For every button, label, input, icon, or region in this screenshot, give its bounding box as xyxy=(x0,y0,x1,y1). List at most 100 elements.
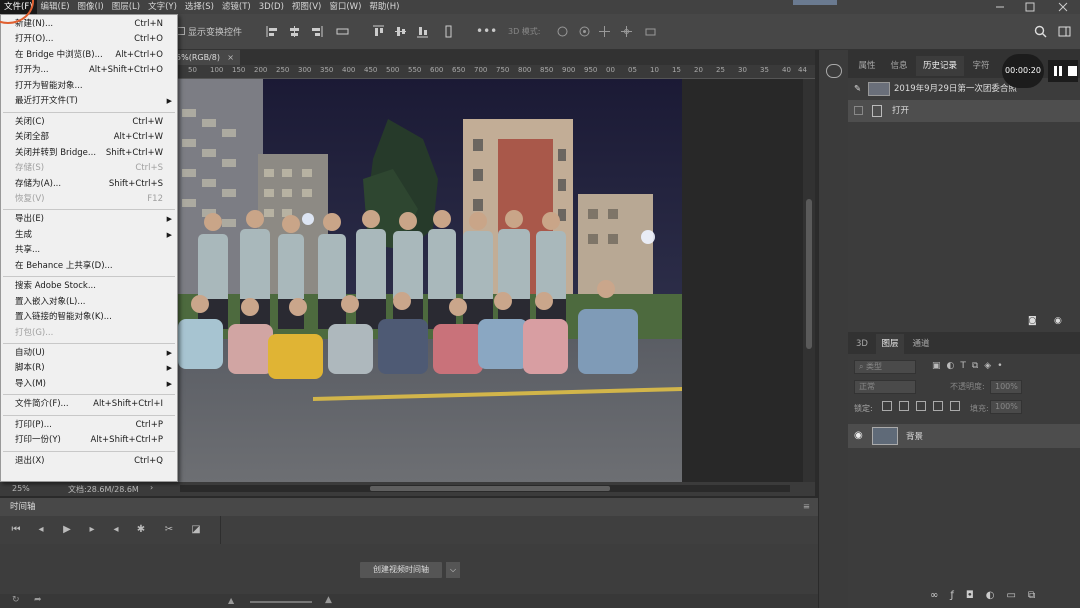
transition-icon[interactable]: ◪ xyxy=(190,524,202,536)
horizontal-scroll-thumb[interactable] xyxy=(370,486,610,491)
layer-row-background[interactable]: ◉ 背景 xyxy=(848,424,1080,448)
file-menu-item[interactable]: 导出(E) ▶ xyxy=(1,212,177,227)
add-mask-icon[interactable]: ◘ xyxy=(966,590,986,601)
file-menu-item[interactable]: 打包(G)... xyxy=(1,326,177,341)
fill-field[interactable]: 100% xyxy=(990,400,1022,414)
file-menu-item[interactable]: 在 Behance 上共享(D)... xyxy=(1,259,177,274)
zoom-out-icon[interactable]: ▲ xyxy=(228,596,234,605)
file-menu-item[interactable]: 打印一份(Y) Alt+Shift+Ctrl+P xyxy=(1,433,177,448)
lock-artboard-icon[interactable] xyxy=(932,401,943,411)
menu-3d[interactable]: 3D(D) xyxy=(255,0,288,14)
file-menu-item[interactable]: 置入嵌入对象(L)... xyxy=(1,295,177,310)
first-frame-icon[interactable]: ⏮ xyxy=(10,524,22,536)
timeline-dropdown-icon[interactable]: ⌵ xyxy=(446,562,460,578)
menu-select[interactable]: 选择(S) xyxy=(181,0,218,14)
menu-help[interactable]: 帮助(H) xyxy=(365,0,403,14)
vertical-scrollbar[interactable] xyxy=(803,79,815,482)
camera-icon[interactable]: ◉ xyxy=(1054,316,1062,326)
tab-properties[interactable]: 属性 xyxy=(852,56,882,76)
menu-image[interactable]: 图像(I) xyxy=(74,0,108,14)
new-group-icon[interactable]: ▭ xyxy=(1007,590,1028,601)
libraries-icon[interactable] xyxy=(826,64,842,78)
fx-icon[interactable]: ƒ xyxy=(950,590,966,601)
menu-window[interactable]: 窗口(W) xyxy=(325,0,365,14)
history-snapshot[interactable]: ✎ 2019年9月29日第一次团委合照 xyxy=(848,78,1080,100)
3d-scale-icon[interactable] xyxy=(644,24,657,38)
menu-edit[interactable]: 编辑(E) xyxy=(37,0,74,14)
align-left-icon[interactable] xyxy=(266,24,279,38)
split-scissors-icon[interactable]: ✂ xyxy=(163,524,175,536)
close-icon[interactable] xyxy=(1048,0,1078,14)
adjustment-icon[interactable]: ◐ xyxy=(986,590,1007,601)
file-menu-item[interactable]: 存储为(A)... Shift+Ctrl+S xyxy=(1,177,177,192)
lock-pixels-icon[interactable] xyxy=(882,401,892,411)
3d-pan-icon[interactable] xyxy=(598,24,611,38)
file-menu-item[interactable]: 共享... xyxy=(1,243,177,258)
eye-icon[interactable]: ◉ xyxy=(854,430,863,441)
align-center-icon[interactable] xyxy=(288,24,301,38)
horizontal-scrollbar[interactable] xyxy=(180,485,790,492)
file-menu-item[interactable]: 关闭并转到 Bridge... Shift+Ctrl+W xyxy=(1,146,177,161)
file-menu-item[interactable]: 关闭(C) Ctrl+W xyxy=(1,115,177,130)
align-bottom-icon[interactable] xyxy=(416,24,429,38)
file-menu-item[interactable]: 自动(U) ▶ xyxy=(1,346,177,361)
file-menu-item[interactable]: 恢复(V) F12 xyxy=(1,192,177,207)
render-icon[interactable]: ↻ xyxy=(12,595,20,605)
zoom-in-icon[interactable]: ▲ xyxy=(325,595,332,605)
blend-mode-select[interactable]: 正常 xyxy=(854,380,916,394)
timeline-zoom-slider[interactable] xyxy=(250,601,312,603)
menu-type[interactable]: 文字(Y) xyxy=(144,0,181,14)
align-middle-icon[interactable] xyxy=(394,24,407,38)
create-video-timeline-button[interactable]: 创建视频时间轴 xyxy=(360,562,442,578)
history-step[interactable]: 打开 xyxy=(848,100,1080,122)
3d-roll-icon[interactable] xyxy=(578,24,591,38)
file-menu-item[interactable]: 打印(P)... Ctrl+P xyxy=(1,418,177,433)
align-right-icon[interactable] xyxy=(310,24,323,38)
settings-gear-icon[interactable]: ✱ xyxy=(135,524,147,536)
distribute-vertical-icon[interactable] xyxy=(442,24,455,38)
file-menu-item[interactable]: 生成 ▶ xyxy=(1,228,177,243)
export-arrow-icon[interactable]: ➦ xyxy=(34,595,42,605)
vertical-scroll-thumb[interactable] xyxy=(806,199,812,349)
search-icon[interactable] xyxy=(1034,24,1047,38)
layer-filter-select[interactable]: ⌕ 类型 xyxy=(854,360,916,374)
minimize-icon[interactable] xyxy=(985,0,1015,14)
workspace-icon[interactable] xyxy=(1058,24,1071,38)
file-menu-item[interactable]: 搜索 Adobe Stock... xyxy=(1,279,177,294)
next-frame-icon[interactable]: ▸ xyxy=(86,524,98,536)
lock-move-icon[interactable] xyxy=(915,401,926,411)
file-menu-item[interactable]: 退出(X) Ctrl+Q xyxy=(1,454,177,469)
file-menu-item[interactable]: 文件简介(F)... Alt+Shift+Ctrl+I xyxy=(1,397,177,412)
tab-channels[interactable]: 通道 xyxy=(906,334,936,354)
file-menu-item[interactable]: 打开为智能对象... xyxy=(1,79,177,94)
play-icon[interactable]: ▶ xyxy=(61,524,73,536)
tab-info[interactable]: 信息 xyxy=(884,56,914,76)
maximize-icon[interactable] xyxy=(1015,0,1045,14)
align-top-icon[interactable] xyxy=(372,24,385,38)
menu-filter[interactable]: 滤镜(T) xyxy=(218,0,255,14)
file-menu-item[interactable]: 导入(M) ▶ xyxy=(1,377,177,392)
file-menu-item[interactable]: 存储(S) Ctrl+S xyxy=(1,161,177,176)
status-arrow-icon[interactable]: › xyxy=(150,483,153,492)
new-layer-icon[interactable]: ⧉ xyxy=(1028,590,1047,601)
new-snapshot-icon[interactable]: ◙ xyxy=(1028,316,1037,326)
menu-view[interactable]: 视图(V) xyxy=(288,0,325,14)
tab-layers[interactable]: 图层 xyxy=(876,334,904,354)
distribute-icon[interactable] xyxy=(336,24,349,38)
history-step-checkbox[interactable] xyxy=(854,106,863,115)
panel-menu-icon[interactable]: ≡ xyxy=(803,498,810,516)
tab-history[interactable]: 历史记录 xyxy=(916,56,964,76)
tab-close-icon[interactable]: × xyxy=(227,50,234,65)
lock-paint-icon[interactable] xyxy=(898,401,909,411)
layer-filter-icons[interactable]: ▣◐T⧉◈• xyxy=(932,361,1009,371)
file-menu-item[interactable]: 新建(N)... Ctrl+N xyxy=(1,17,177,32)
audio-icon[interactable]: ◂ xyxy=(110,524,122,536)
file-menu-item[interactable]: 关闭全部 Alt+Ctrl+W xyxy=(1,130,177,145)
file-menu-item[interactable]: 在 Bridge 中浏览(B)... Alt+Ctrl+O xyxy=(1,48,177,63)
zoom-level[interactable]: 25% xyxy=(12,484,30,493)
tab-character[interactable]: 字符 xyxy=(966,56,996,76)
lock-all-icon[interactable] xyxy=(949,401,960,411)
3d-rotate-icon[interactable] xyxy=(556,24,569,38)
link-layers-icon[interactable]: ∞ xyxy=(930,590,950,601)
opacity-field[interactable]: 100% xyxy=(990,380,1022,394)
